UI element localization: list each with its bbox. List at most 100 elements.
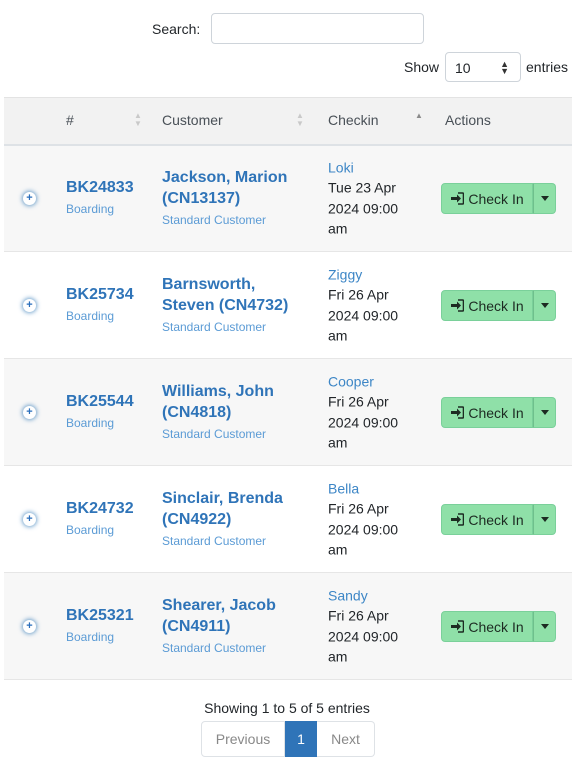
customer-type-link[interactable]: Standard Customer	[162, 639, 312, 657]
actions-cell: Check In	[439, 358, 572, 466]
check-in-button-group: Check In	[441, 611, 556, 642]
check-in-button[interactable]: Check In	[441, 504, 533, 535]
actions-cell: Check In	[439, 144, 572, 252]
booking-id-link[interactable]: BK25321	[66, 606, 134, 626]
expand-plus-icon[interactable]: +	[23, 299, 36, 312]
booking-id-link[interactable]: BK25734	[66, 285, 134, 305]
table-row: + BK24833 Boarding Jackson, Marion (CN13137…	[4, 144, 572, 252]
check-in-dropdown-toggle[interactable]	[533, 290, 556, 321]
pet-name-link[interactable]: Ziggy	[328, 264, 418, 284]
search-label: Search:	[152, 21, 201, 37]
checkin-date: Fri 26 Apr 2024 09:00 am	[328, 607, 399, 665]
pagination-next[interactable]: Next	[317, 721, 375, 757]
search-row: Search:	[0, 13, 574, 45]
check-in-label: Check In	[468, 511, 524, 528]
pagination-page-1[interactable]: 1	[285, 721, 317, 757]
booking-type-link[interactable]: Boarding	[66, 200, 134, 218]
chevron-down-icon	[540, 303, 549, 308]
checkin-cell: Loki Tue 23 Apr 2024 09:00 am	[322, 144, 439, 252]
booking-cell: BK25544 Boarding	[60, 358, 158, 466]
booking-id-link[interactable]: BK25544	[66, 392, 134, 412]
booking-type-link[interactable]: Boarding	[66, 307, 134, 325]
customer-name-link[interactable]: Sinclair, Brenda (CN4922)	[162, 488, 312, 530]
expand-cell: +	[4, 358, 60, 466]
check-in-dropdown-toggle[interactable]	[533, 397, 556, 428]
booking-id-link[interactable]: BK24833	[66, 178, 134, 198]
expand-plus-icon[interactable]: +	[23, 513, 36, 526]
check-in-button[interactable]: Check In	[441, 397, 533, 428]
search-input[interactable]	[211, 13, 424, 44]
sort-icon: ▲ ▼	[296, 111, 304, 128]
customer-name-link[interactable]: Williams, John (CN4818)	[162, 381, 312, 423]
table-row: + BK25544 Boarding Williams, John (CN4818) S…	[4, 358, 572, 466]
check-in-button[interactable]: Check In	[441, 183, 533, 215]
booking-type-link[interactable]: Boarding	[66, 414, 134, 432]
check-in-label: Check In	[468, 404, 524, 421]
pagination: Previous 1 Next	[201, 721, 375, 757]
expand-cell: +	[4, 465, 60, 573]
pet-name-link[interactable]: Loki	[328, 158, 418, 178]
customer-cell: Shearer, Jacob (CN4911) Standard Customer	[158, 572, 322, 680]
check-in-dropdown-toggle[interactable]	[533, 183, 556, 215]
column-header-customer[interactable]: Customer ▲ ▼	[158, 97, 322, 146]
booking-cell: BK25321 Boarding	[60, 572, 158, 680]
expand-plus-icon[interactable]: +	[23, 406, 36, 419]
pet-name-link[interactable]: Bella	[328, 478, 418, 498]
customer-name-link[interactable]: Shearer, Jacob (CN4911)	[162, 595, 312, 637]
check-in-dropdown-toggle[interactable]	[533, 611, 556, 642]
checkin-date: Fri 26 Apr 2024 09:00 am	[328, 286, 399, 344]
expand-plus-icon[interactable]: +	[23, 620, 36, 633]
check-in-dropdown-toggle[interactable]	[533, 504, 556, 535]
check-in-button[interactable]: Check In	[441, 611, 533, 642]
table-header-row: # ▲ ▼ Customer ▲ ▼ Checkin ▲ Actions	[4, 97, 572, 146]
select-arrows-icon: ▲ ▼	[500, 59, 509, 76]
table-row: + BK25321 Boarding Shearer, Jacob (CN4911) S…	[4, 572, 572, 680]
length-show-label: Show	[404, 59, 440, 75]
booking-cell: BK24833 Boarding	[60, 144, 158, 252]
customer-type-link[interactable]: Standard Customer	[162, 425, 312, 443]
page-length-select[interactable]: 10 ▲ ▼	[445, 52, 521, 82]
expand-column-header	[4, 97, 60, 146]
checkin-date: Fri 26 Apr 2024 09:00 am	[328, 393, 399, 451]
expand-cell: +	[4, 144, 60, 252]
bookings-table: # ▲ ▼ Customer ▲ ▼ Checkin ▲ Actions + BK24…	[4, 97, 572, 680]
table-row: + BK25734 Boarding Barnsworth, Steven (CN47…	[4, 251, 572, 359]
check-in-label: Check In	[468, 297, 524, 314]
checkin-cell: Cooper Fri 26 Apr 2024 09:00 am	[322, 358, 439, 466]
sign-in-icon	[451, 192, 465, 206]
customer-type-link[interactable]: Standard Customer	[162, 532, 312, 550]
checkin-cell: Ziggy Fri 26 Apr 2024 09:00 am	[322, 251, 439, 359]
customer-type-link[interactable]: Standard Customer	[162, 211, 312, 229]
chevron-down-icon	[540, 624, 549, 629]
pet-name-link[interactable]: Cooper	[328, 371, 418, 391]
booking-id-link[interactable]: BK24732	[66, 499, 134, 519]
booking-type-link[interactable]: Boarding	[66, 628, 134, 646]
booking-type-link[interactable]: Boarding	[66, 521, 134, 539]
sign-in-icon	[451, 620, 465, 633]
check-in-button-group: Check In	[441, 290, 556, 321]
column-header-id[interactable]: # ▲ ▼	[60, 97, 158, 146]
check-in-button[interactable]: Check In	[441, 290, 533, 321]
chevron-down-icon	[540, 196, 549, 202]
customer-name-link[interactable]: Jackson, Marion (CN13137)	[162, 167, 312, 209]
check-in-label: Check In	[468, 618, 524, 635]
customer-cell: Jackson, Marion (CN13137) Standard Custom…	[158, 144, 322, 252]
page-length-control: Show 10 ▲ ▼ entries	[0, 52, 574, 82]
pet-name-link[interactable]: Sandy	[328, 585, 418, 605]
table-info: Showing 1 to 5 of 5 entries	[204, 700, 370, 716]
expand-plus-icon[interactable]: +	[23, 192, 36, 206]
customer-name-link[interactable]: Barnsworth, Steven (CN4732)	[162, 274, 312, 316]
sign-in-icon	[451, 406, 465, 419]
check-in-button-group: Check In	[441, 397, 556, 428]
expand-cell: +	[4, 251, 60, 359]
chevron-down-icon	[540, 410, 549, 415]
pagination-previous[interactable]: Previous	[201, 721, 285, 757]
checkin-date: Tue 23 Apr 2024 09:00 am	[328, 179, 399, 237]
customer-type-link[interactable]: Standard Customer	[162, 318, 312, 336]
column-header-checkin[interactable]: Checkin ▲	[322, 97, 439, 146]
sort-asc-icon: ▲	[415, 111, 423, 120]
checkin-cell: Bella Fri 26 Apr 2024 09:00 am	[322, 465, 439, 573]
column-header-actions: Actions	[439, 97, 572, 146]
check-in-button-group: Check In	[441, 183, 556, 215]
booking-cell: BK25734 Boarding	[60, 251, 158, 359]
